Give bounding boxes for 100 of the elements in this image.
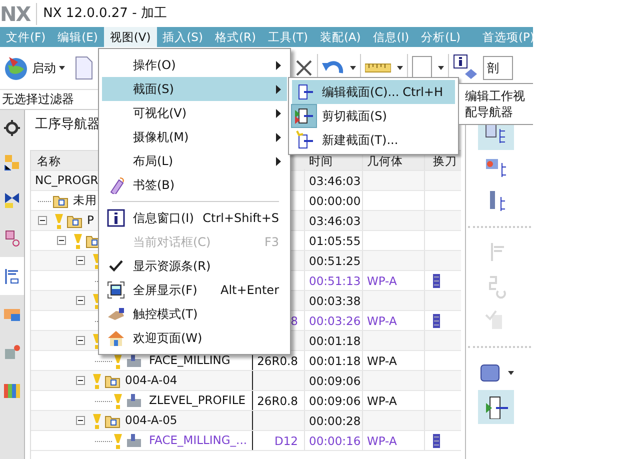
menu-item[interactable]: 信息窗口(I) Ctrl+Shift+S bbox=[102, 206, 287, 230]
tool-tree-icon[interactable] bbox=[3, 267, 21, 285]
info-icon bbox=[107, 209, 125, 227]
lightbulb-icon bbox=[55, 212, 63, 228]
table-cell: 26R0.8 bbox=[257, 354, 298, 368]
search-field[interactable]: 剖 bbox=[483, 56, 513, 80]
tree-item-label[interactable]: 004-A-05 bbox=[125, 412, 178, 430]
menu-item[interactable]: 欢迎页面(W) bbox=[102, 326, 287, 350]
menu-item[interactable]: 摄像机(M) bbox=[102, 125, 287, 149]
menu-item[interactable]: 新建截面(T)... bbox=[292, 128, 455, 152]
folder-icon bbox=[105, 414, 120, 428]
caret-icon bbox=[438, 66, 444, 70]
menu-item[interactable]: 剪切截面(S) bbox=[292, 104, 455, 128]
globe-icon bbox=[3, 55, 29, 81]
menu-item[interactable]: 可视化(V) bbox=[102, 101, 287, 125]
document-icon[interactable] bbox=[75, 56, 93, 80]
column-header: 时间 bbox=[309, 154, 333, 168]
submenu-arrow-icon bbox=[276, 84, 281, 94]
tree-item-label[interactable]: 未用 bbox=[73, 192, 97, 210]
app-logo: NX bbox=[0, 2, 38, 24]
menu-item[interactable]: 全屏显示(F) Alt+Enter bbox=[102, 278, 287, 302]
hand-icon bbox=[107, 305, 125, 323]
table-cell: D12 bbox=[274, 434, 298, 448]
start-button[interactable]: 启动 bbox=[3, 55, 65, 81]
folder-icon bbox=[67, 214, 82, 228]
machine-icon[interactable] bbox=[3, 229, 21, 247]
table-cell: WP-A bbox=[367, 434, 397, 448]
close-icon[interactable] bbox=[295, 59, 313, 77]
table-cell: 00:51:25 bbox=[309, 254, 361, 268]
tree-item-label[interactable]: P bbox=[87, 212, 94, 230]
table-cell: 00:03:38 bbox=[309, 294, 361, 308]
table-cell: WP-A bbox=[367, 274, 397, 288]
operation-icon bbox=[126, 392, 144, 408]
table-cell: 00:03:26 bbox=[309, 314, 361, 328]
menu-item[interactable]: 触控模式(T) bbox=[102, 302, 287, 326]
column-header: 几何体 bbox=[367, 154, 403, 168]
tree-item-label[interactable]: FACE_MILLING_... bbox=[149, 432, 248, 450]
table-cell: 00:00:16 bbox=[309, 434, 361, 448]
library-icon[interactable] bbox=[3, 381, 21, 399]
caret-icon bbox=[59, 66, 65, 70]
tree-item-label[interactable]: 004-A-04 bbox=[125, 372, 178, 390]
collapse-icon[interactable] bbox=[38, 216, 47, 225]
submenu-arrow-icon bbox=[276, 132, 281, 142]
folder-icon bbox=[53, 194, 68, 208]
ruler-icon[interactable] bbox=[365, 63, 391, 73]
table-cell: WP-A bbox=[367, 314, 397, 328]
geometry-icon[interactable] bbox=[3, 191, 21, 209]
cubes-icon[interactable] bbox=[3, 153, 21, 171]
lightbulb-icon bbox=[114, 432, 122, 448]
folder-icon bbox=[105, 374, 120, 388]
submenu-arrow-icon bbox=[276, 108, 281, 118]
menu-item[interactable]: 视图(V) bbox=[104, 27, 157, 47]
menu-item[interactable]: 截面(S) bbox=[102, 77, 287, 101]
table-cell: 00:01:18 bbox=[309, 334, 361, 348]
operation-icon bbox=[126, 432, 144, 448]
collapse-icon[interactable] bbox=[76, 296, 85, 305]
gear-icon[interactable] bbox=[3, 119, 21, 137]
table-cell: WP-A bbox=[367, 394, 397, 408]
menu-item[interactable]: 操作(O) bbox=[102, 53, 287, 77]
lightbulb-icon bbox=[74, 232, 82, 248]
collapse-icon[interactable] bbox=[76, 376, 85, 385]
menu-item[interactable]: 布局(L) bbox=[102, 149, 287, 173]
operation-icon bbox=[126, 352, 144, 368]
menu-item[interactable]: 编辑截面(C)... Ctrl+H bbox=[292, 80, 455, 104]
tree-item-label[interactable]: NC_PROGR bbox=[35, 172, 98, 190]
tree-item-label[interactable]: FACE_MILLING bbox=[149, 352, 230, 370]
collapse-icon[interactable] bbox=[76, 416, 85, 425]
table-cell: 03:46:03 bbox=[309, 174, 361, 188]
tooltip-text: 配导航器 bbox=[465, 104, 514, 120]
panel-title: 工序导航器 bbox=[34, 116, 100, 134]
table-cell: 00:00:00 bbox=[309, 194, 361, 208]
tooltip-text: 编辑工作视 bbox=[465, 88, 526, 104]
lightbulb-icon bbox=[93, 412, 101, 428]
submenu-arrow-icon bbox=[276, 60, 281, 70]
table-cell: 00:00:28 bbox=[309, 414, 361, 428]
submenu-arrow-icon bbox=[276, 156, 281, 166]
table-cell: 00:01:18 bbox=[309, 354, 361, 368]
info-icon[interactable] bbox=[453, 54, 477, 82]
robot-icon[interactable] bbox=[3, 343, 21, 361]
lightbulb-icon bbox=[93, 372, 101, 388]
house-icon bbox=[107, 329, 125, 347]
table-cell: 8 bbox=[290, 314, 298, 328]
column-header: 名称 bbox=[37, 154, 61, 169]
table-cell: 03:46:03 bbox=[309, 214, 361, 228]
table-cell: 00:51:13 bbox=[309, 274, 361, 288]
lightbulb-icon bbox=[114, 392, 122, 408]
caret-icon[interactable] bbox=[508, 371, 514, 375]
tree-item-label[interactable]: ZLEVEL_PROFILE bbox=[149, 392, 246, 410]
table-cell: WP-A bbox=[367, 354, 397, 368]
section-icon[interactable] bbox=[484, 395, 508, 419]
collapse-icon[interactable] bbox=[76, 256, 85, 265]
collapse-icon[interactable] bbox=[76, 336, 85, 345]
table-cell: 26R0.8 bbox=[257, 394, 298, 408]
caret-icon bbox=[397, 66, 403, 70]
table-cell: 01:05:55 bbox=[309, 234, 361, 248]
collapse-icon[interactable] bbox=[57, 236, 66, 245]
view-box-icon[interactable] bbox=[412, 56, 432, 80]
menu-item[interactable]: 书签(B) bbox=[102, 173, 287, 197]
table-cell: 00:09:06 bbox=[309, 394, 361, 408]
menu-item[interactable]: 显示资源条(R) bbox=[102, 254, 287, 278]
